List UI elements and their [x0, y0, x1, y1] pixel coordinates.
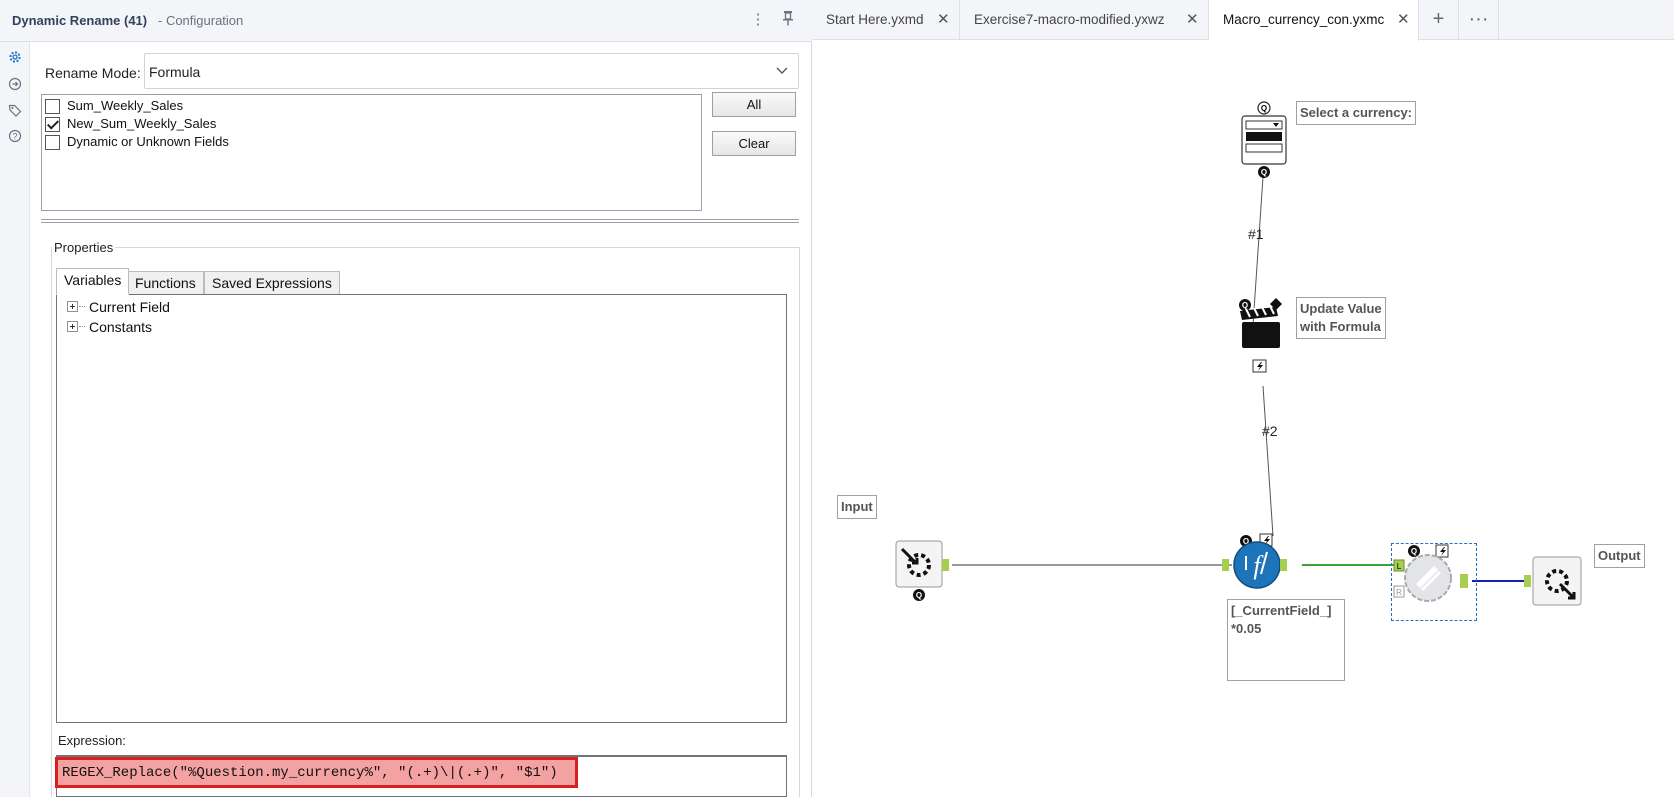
svg-text:Q: Q — [1242, 301, 1248, 310]
annotation-line: Update Value — [1300, 301, 1382, 316]
join-tool-icon[interactable]: Q L R — [1391, 543, 1477, 621]
svg-text:L: L — [1397, 562, 1402, 571]
doc-tab-label: Macro_currency_con.yxmc — [1223, 12, 1385, 27]
annotation-line: with Formula — [1300, 319, 1381, 334]
section-divider — [41, 219, 799, 223]
rename-mode-dropdown[interactable]: Formula — [144, 53, 799, 89]
field-item-sum-weekly-sales[interactable]: Sum_Weekly_Sales — [45, 97, 685, 115]
svg-text:?: ? — [12, 131, 17, 141]
annotation-select-currency: Select a currency: — [1296, 101, 1417, 125]
kebab-menu-icon[interactable]: ⋮ — [748, 10, 768, 30]
pin-icon[interactable] — [778, 10, 798, 30]
macro-input-icon[interactable]: Q — [894, 539, 960, 603]
gear-icon[interactable] — [5, 50, 25, 70]
tree-item-current-field[interactable]: Current Field — [67, 298, 367, 316]
annotation-update-value: Update Value with Formula — [1296, 297, 1386, 339]
tab-functions[interactable]: Functions — [127, 271, 204, 295]
doc-tab-start-here[interactable]: Start Here.yxmd ✕ — [812, 0, 960, 40]
variables-tree: Current Field Constants — [56, 294, 787, 723]
config-subtitle: - Configuration — [158, 13, 244, 28]
field-checkbox[interactable] — [45, 117, 60, 132]
field-item-dynamic-unknown[interactable]: Dynamic or Unknown Fields — [45, 133, 685, 151]
chevron-down-icon — [774, 62, 790, 78]
field-list: Sum_Weekly_Sales New_Sum_Weekly_Sales Dy… — [41, 94, 702, 211]
field-label: Dynamic or Unknown Fields — [67, 134, 229, 149]
svg-text:Q: Q — [916, 591, 922, 600]
tree-item-label: Current Field — [89, 299, 170, 315]
close-icon[interactable]: ✕ — [1186, 0, 1199, 40]
configuration-panel: Dynamic Rename (41) - Configuration ⋮ ? … — [0, 0, 812, 797]
select-all-button[interactable]: All — [712, 92, 796, 117]
doc-tab-exercise7[interactable]: Exercise7-macro-modified.yxwz ✕ — [960, 0, 1209, 40]
svg-text:Q: Q — [1261, 104, 1267, 113]
workflow-canvas[interactable]: #1 #2 Q Q Select a currency: Q Update Va… — [812, 40, 1674, 797]
svg-text:Q: Q — [1261, 168, 1267, 177]
field-item-new-sum-weekly-sales[interactable]: New_Sum_Weekly_Sales — [45, 115, 685, 133]
more-tabs-button[interactable]: ··· — [1459, 0, 1499, 40]
annotation-output: Output — [1594, 544, 1645, 568]
doc-tab-label: Start Here.yxmd — [826, 12, 924, 27]
expand-icon[interactable] — [67, 301, 78, 312]
rename-mode-value: Formula — [149, 64, 201, 80]
connection-2 — [1262, 385, 1274, 537]
annotation-input: Input — [837, 495, 877, 519]
config-title: Dynamic Rename (41) — [12, 13, 148, 28]
expand-icon[interactable] — [67, 321, 78, 332]
config-header: Dynamic Rename (41) - Configuration ⋮ — [0, 0, 812, 42]
close-icon[interactable]: ✕ — [937, 0, 950, 40]
doc-tab-label: Exercise7-macro-modified.yxwz — [974, 12, 1165, 27]
tree-connector — [79, 306, 85, 307]
connection-label-2: #2 — [1262, 423, 1278, 439]
expression-text[interactable]: REGEX_Replace("%Question.my_currency%", … — [62, 765, 558, 781]
document-tab-bar: Start Here.yxmd ✕ Exercise7-macro-modifi… — [812, 0, 1674, 41]
field-label: New_Sum_Weekly_Sales — [67, 116, 217, 131]
tree-item-constants[interactable]: Constants — [67, 318, 367, 336]
expression-label: Expression: — [58, 733, 126, 748]
workflow-canvas-area: Start Here.yxmd ✕ Exercise7-macro-modifi… — [812, 0, 1674, 797]
tab-variables[interactable]: Variables — [56, 268, 130, 295]
connection-label-1: #1 — [1248, 226, 1264, 242]
field-checkbox[interactable] — [45, 135, 60, 150]
tab-saved-expressions[interactable]: Saved Expressions — [204, 271, 340, 295]
doc-tab-macro-currency[interactable]: Macro_currency_con.yxmc ✕ — [1209, 0, 1419, 41]
annotation-line: *0.05 — [1231, 621, 1262, 636]
tree-item-label: Constants — [89, 319, 153, 335]
tree-connector — [79, 326, 85, 327]
expression-highlight: REGEX_Replace("%Question.my_currency%", … — [55, 757, 578, 788]
connection-icon[interactable] — [5, 77, 25, 97]
help-icon[interactable]: ? — [5, 129, 25, 149]
action-tool-icon[interactable]: Q — [1236, 296, 1291, 391]
properties-label: Properties — [52, 240, 116, 255]
side-rail: ? — [0, 42, 30, 797]
close-icon[interactable]: ✕ — [1397, 0, 1410, 40]
add-tab-button[interactable]: + — [1419, 0, 1459, 40]
field-checkbox[interactable] — [45, 99, 60, 114]
formula-tool-icon[interactable]: Q f — [1222, 526, 1312, 606]
clear-button[interactable]: Clear — [712, 131, 796, 156]
drop-down-tool-icon[interactable]: Q Q — [1240, 100, 1290, 182]
svg-text:Q: Q — [1411, 547, 1417, 556]
annotation-formula-expression: [_CurrentField_] *0.05 — [1227, 599, 1345, 681]
field-label: Sum_Weekly_Sales — [67, 98, 184, 113]
macro-output-icon[interactable] — [1524, 555, 1584, 609]
rename-mode-label: Rename Mode: — [45, 65, 141, 81]
svg-text:R: R — [1396, 588, 1402, 597]
tag-icon[interactable] — [5, 103, 25, 123]
annotation-line: [_CurrentField_] — [1231, 603, 1332, 618]
